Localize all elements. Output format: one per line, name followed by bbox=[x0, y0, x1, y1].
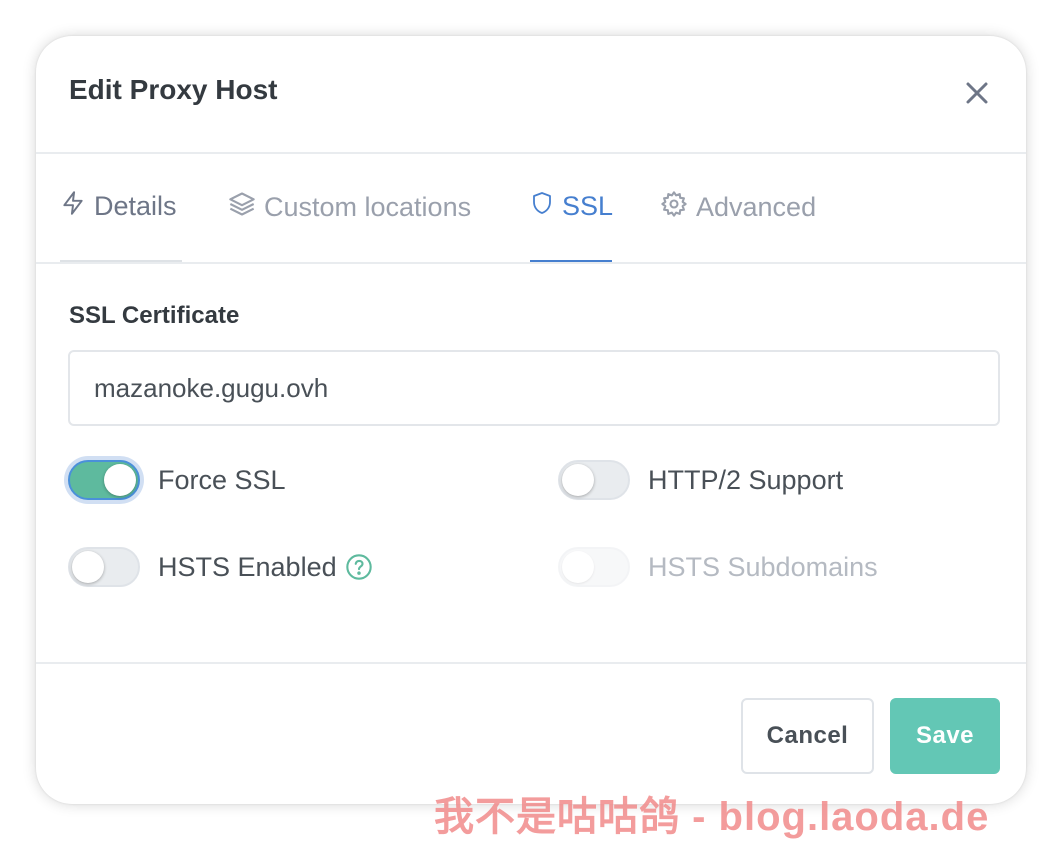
tab-details-label: Details bbox=[94, 190, 177, 221]
modal-footer: Cancel Save bbox=[36, 662, 1026, 804]
http2-support-toggle[interactable] bbox=[558, 460, 630, 500]
hsts-subdomains-toggle[interactable] bbox=[558, 547, 630, 587]
ssl-certificate-label: SSL Certificate bbox=[69, 302, 240, 329]
shield-icon bbox=[530, 189, 554, 224]
hsts-enabled-option: HSTS Enabled bbox=[68, 547, 373, 587]
tab-ssl[interactable]: SSL bbox=[530, 152, 614, 262]
question-circle-icon[interactable] bbox=[345, 553, 373, 581]
force-ssl-option: Force SSL bbox=[68, 460, 286, 500]
force-ssl-label: Force SSL bbox=[158, 464, 286, 495]
modal-header: Edit Proxy Host bbox=[36, 36, 1026, 154]
tab-advanced-label: Advanced bbox=[696, 191, 817, 222]
cancel-button[interactable]: Cancel bbox=[741, 698, 874, 774]
tab-custom-locations-label: Custom locations bbox=[264, 191, 472, 222]
force-ssl-toggle[interactable] bbox=[68, 460, 140, 500]
layers-icon bbox=[228, 190, 256, 225]
modal-title: Edit Proxy Host bbox=[69, 74, 278, 105]
http2-support-option: HTTP/2 Support bbox=[558, 460, 843, 500]
ssl-certificate-value: mazanoke.gugu.ovh bbox=[94, 372, 329, 403]
edit-proxy-host-modal: Edit Proxy Host Details Custom locations… bbox=[36, 36, 1026, 804]
save-button[interactable]: Save bbox=[890, 698, 1000, 774]
watermark-text: 我不是咕咕鸽 - blog.laoda.de bbox=[434, 795, 990, 839]
tab-ssl-label: SSL bbox=[562, 190, 614, 221]
hsts-enabled-label: HSTS Enabled bbox=[158, 551, 337, 582]
http2-support-label: HTTP/2 Support bbox=[648, 464, 844, 495]
tab-bar: Details Custom locations SSL Advanced bbox=[36, 152, 1026, 264]
hsts-subdomains-label: HSTS Subdomains bbox=[648, 551, 878, 582]
gear-icon bbox=[660, 190, 688, 225]
tab-advanced[interactable]: Advanced bbox=[660, 152, 816, 262]
tab-details[interactable]: Details bbox=[60, 152, 182, 262]
hsts-subdomains-option: HSTS Subdomains bbox=[558, 547, 878, 587]
tab-custom-locations[interactable]: Custom locations bbox=[228, 152, 471, 262]
lightning-icon bbox=[60, 189, 86, 224]
ssl-certificate-select[interactable]: mazanoke.gugu.ovh bbox=[68, 350, 1000, 426]
close-icon[interactable] bbox=[962, 78, 992, 108]
hsts-enabled-toggle[interactable] bbox=[68, 547, 140, 587]
